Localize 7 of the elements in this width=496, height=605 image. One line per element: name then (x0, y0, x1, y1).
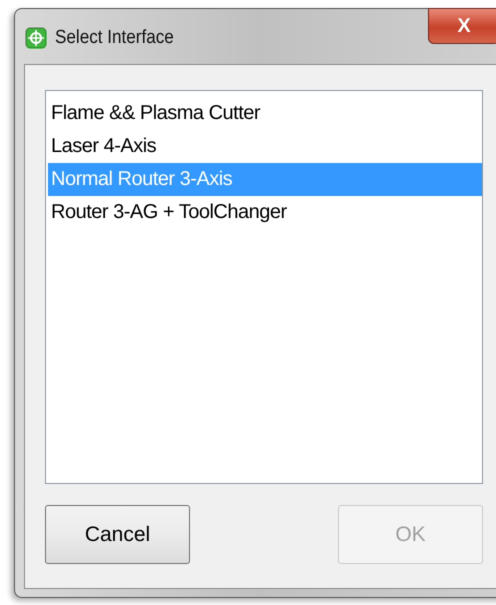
list-item[interactable]: Flame && Plasma Cutter (48, 97, 482, 130)
window-title: Select Interface (55, 27, 174, 49)
list-item[interactable]: Laser 4-Axis (48, 130, 482, 163)
cancel-button[interactable]: Cancel (45, 505, 190, 564)
crosshair-icon (25, 27, 47, 49)
list-item[interactable]: Router 3-AG + ToolChanger (48, 196, 482, 229)
close-button[interactable]: X (428, 8, 496, 44)
